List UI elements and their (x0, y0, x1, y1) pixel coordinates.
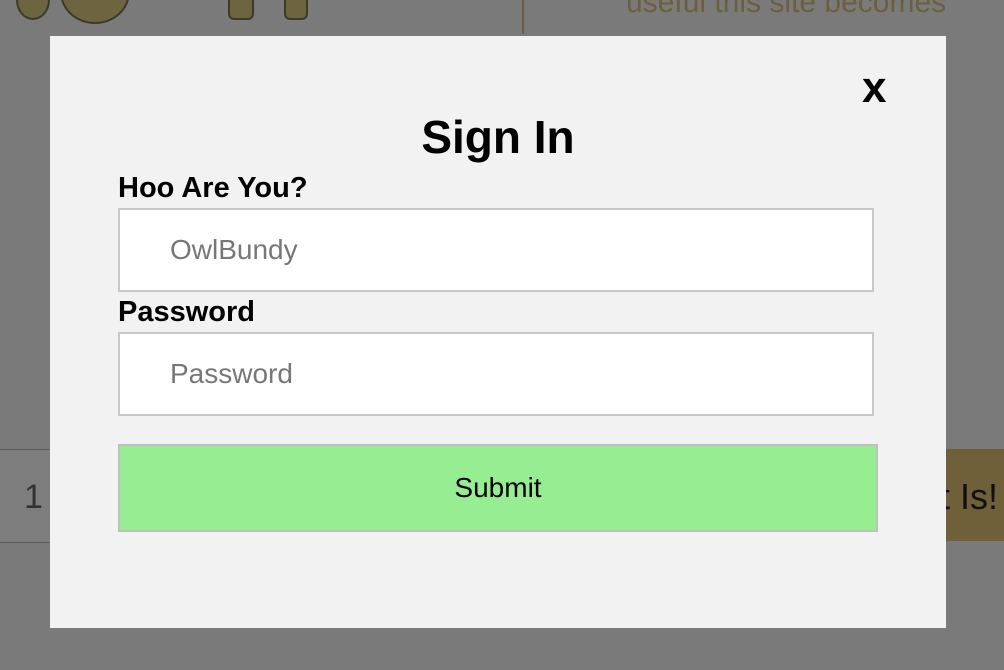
username-input[interactable] (118, 208, 874, 292)
password-label: Password (118, 296, 255, 328)
close-button[interactable]: x (862, 66, 886, 110)
owl-illustration (16, 0, 50, 20)
background-text: useful this site becomes (626, 0, 947, 19)
owl-illustration (228, 0, 254, 20)
modal-title: Sign In (421, 111, 575, 163)
username-label: Hoo Are You? (118, 172, 308, 204)
background-button-text: t Is! (940, 476, 999, 517)
background-counter-text: 1 (24, 478, 43, 516)
owl-illustration (60, 0, 130, 24)
submit-button[interactable]: Submit (118, 444, 878, 532)
password-input[interactable] (118, 332, 874, 416)
background-divider (522, 0, 524, 34)
sign-in-modal: Sign In x Hoo Are You? Password Submit (50, 36, 946, 628)
owl-illustration (284, 0, 308, 20)
